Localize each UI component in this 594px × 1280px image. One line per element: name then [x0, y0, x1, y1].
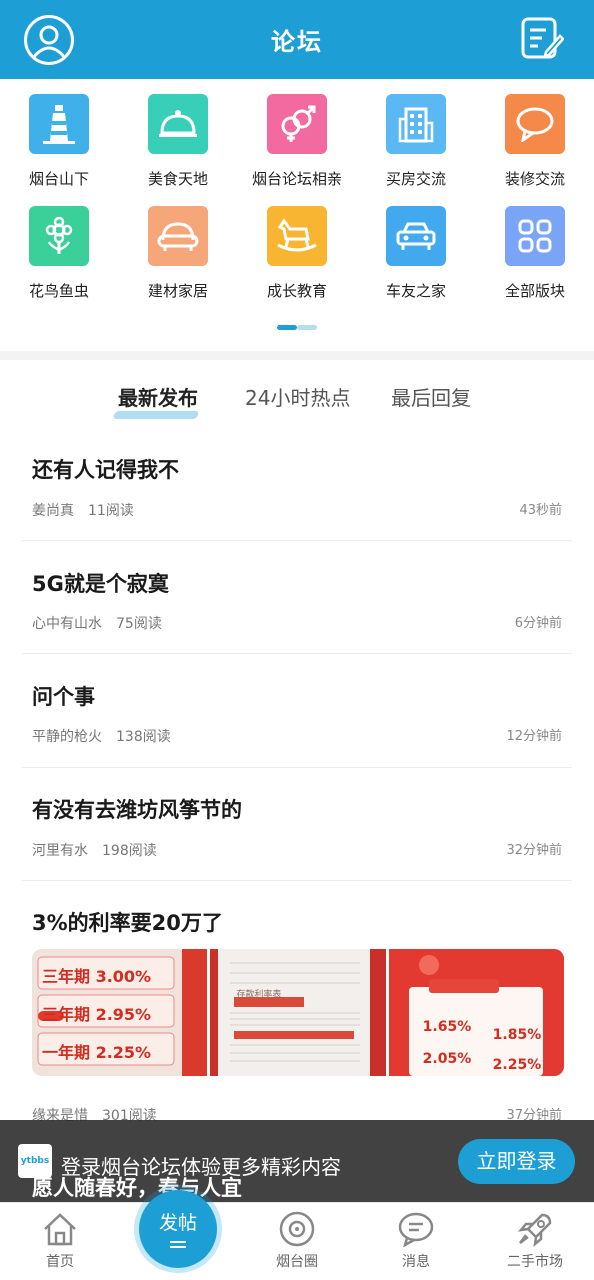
post-time: 43秒前 [519, 503, 562, 518]
post-item[interactable]: 问个事 平静的枪火 138阅读 12分钟前 [22, 654, 572, 768]
post-meta: 平静的枪火 138阅读 [32, 729, 171, 745]
new-post-label: 发帖 [158, 1212, 197, 1234]
category-label: 成长教育 [266, 282, 327, 300]
image-text: 2.05% [422, 1051, 472, 1067]
rocket-icon [517, 1213, 552, 1247]
post-title: 5G就是个寂寞 [32, 572, 169, 596]
category-chengzhangjiaoyu[interactable]: 成长教育 [238, 206, 356, 301]
post-meta: 心中有山水 75阅读 [32, 616, 162, 632]
post-tabs: 最新发布 24小时热点 最后回复 [0, 360, 594, 430]
post-item[interactable]: 5G就是个寂寞 心中有山水 75阅读 6分钟前 [22, 541, 572, 654]
category-xiangqin[interactable]: 烟台论坛相亲 [238, 94, 356, 189]
post-image-gallery[interactable]: 三年期 3.00% 三年期 2.95% 一年期 2.25% 存款利率表 1.65… [32, 949, 564, 1076]
category-cheyouzhijia[interactable]: 车友之家 [357, 206, 475, 301]
gender-icon [267, 94, 327, 154]
login-button[interactable]: 立即登录 [458, 1139, 575, 1184]
category-label: 烟台山下 [28, 170, 89, 188]
sofa-icon [148, 206, 208, 266]
section-divider [0, 351, 594, 360]
post-image[interactable]: 三年期 3.00% 三年期 2.95% 一年期 2.25% [32, 949, 208, 1076]
rocking-horse-icon [267, 206, 327, 266]
nav-messages[interactable]: 消息 [366, 1211, 466, 1271]
image-text: 1.85% [492, 1027, 542, 1043]
category-label: 花鸟鱼虫 [28, 282, 89, 300]
compose-icon[interactable] [520, 16, 565, 62]
nav-market[interactable]: 二手市场 [485, 1211, 585, 1271]
category-jiancaijiaju[interactable]: 建材家居 [119, 206, 237, 301]
page-indicator [277, 325, 317, 330]
category-label: 装修交流 [504, 170, 565, 188]
lighthouse-icon [29, 94, 89, 154]
grid-icon [505, 206, 565, 266]
category-zhuangxiu[interactable]: 装修交流 [476, 94, 594, 189]
category-huaniaoyuchong[interactable]: 花鸟鱼虫 [0, 206, 118, 301]
post-meta: 姜尚真 11阅读 [32, 503, 134, 519]
post-title: 问个事 [32, 685, 95, 709]
category-maifang[interactable]: 买房交流 [357, 94, 475, 189]
image-text: 三年期 2.95% [42, 1005, 152, 1024]
flower-icon [29, 206, 89, 266]
category-quanbubankuai[interactable]: 全部版块 [476, 206, 594, 301]
food-cloche-icon [148, 94, 208, 154]
post-title: 有没有去潍坊风筝节的 [32, 798, 242, 822]
post-image[interactable]: 1.65% 1.85% 2.05% 2.25% [388, 949, 564, 1076]
image-text: 一年期 2.25% [42, 1043, 152, 1062]
category-meishitiandi[interactable]: 美食天地 [119, 94, 237, 189]
tab-latest[interactable]: 最新发布 [112, 382, 200, 419]
planet-icon [279, 1211, 315, 1247]
category-label: 美食天地 [147, 170, 208, 188]
home-icon [44, 1213, 76, 1246]
category-grid: 烟台山下 美食天地 烟台论坛相亲 买房交流 装修交流 花鸟鱼虫 建材家居 成长教… [0, 79, 594, 349]
post-time: 12分钟前 [506, 729, 562, 744]
image-text: 2.25% [492, 1057, 542, 1073]
post-image[interactable]: 存款利率表 [210, 949, 386, 1076]
post-time: 6分钟前 [514, 616, 562, 631]
post-item[interactable]: 有没有去潍坊风筝节的 河里有水 198阅读 32分钟前 [22, 768, 572, 881]
category-label: 车友之家 [385, 282, 446, 300]
page-title: 论坛 [271, 28, 323, 56]
menu-lines-icon [170, 1241, 186, 1243]
post-time: 32分钟前 [506, 843, 562, 858]
building-icon [386, 94, 446, 154]
category-label: 买房交流 [385, 170, 446, 188]
nav-home[interactable]: 首页 [10, 1211, 110, 1271]
nav-circle[interactable]: 烟台圈 [247, 1211, 347, 1271]
app-header: 论坛 [0, 0, 594, 79]
category-label: 全部版块 [504, 282, 565, 300]
image-text: 1.65% [422, 1019, 472, 1035]
category-yantaishanxia[interactable]: 烟台山下 [0, 94, 118, 189]
chat-bubble-icon [505, 94, 565, 154]
image-text: 三年期 3.00% [42, 967, 152, 986]
post-item[interactable]: 还有人记得我不 姜尚真 11阅读 43秒前 [22, 430, 572, 541]
bottom-nav: 首页 烟台圈 消息 二手市场 [0, 1202, 594, 1280]
tab-last-reply[interactable]: 最后回复 [391, 382, 471, 411]
message-icon [398, 1212, 434, 1247]
post-title: 3%的利率要20万了 [32, 911, 223, 935]
car-icon [386, 206, 446, 266]
tab-24h-hot[interactable]: 24小时热点 [245, 382, 350, 411]
image-text: 存款利率表 [236, 990, 282, 1000]
post-meta: 河里有水 198阅读 [32, 843, 157, 859]
post-title: 还有人记得我不 [32, 458, 179, 482]
category-label: 建材家居 [147, 282, 208, 300]
category-label: 烟台论坛相亲 [251, 170, 342, 188]
new-post-button[interactable]: 发帖 [139, 1190, 217, 1268]
